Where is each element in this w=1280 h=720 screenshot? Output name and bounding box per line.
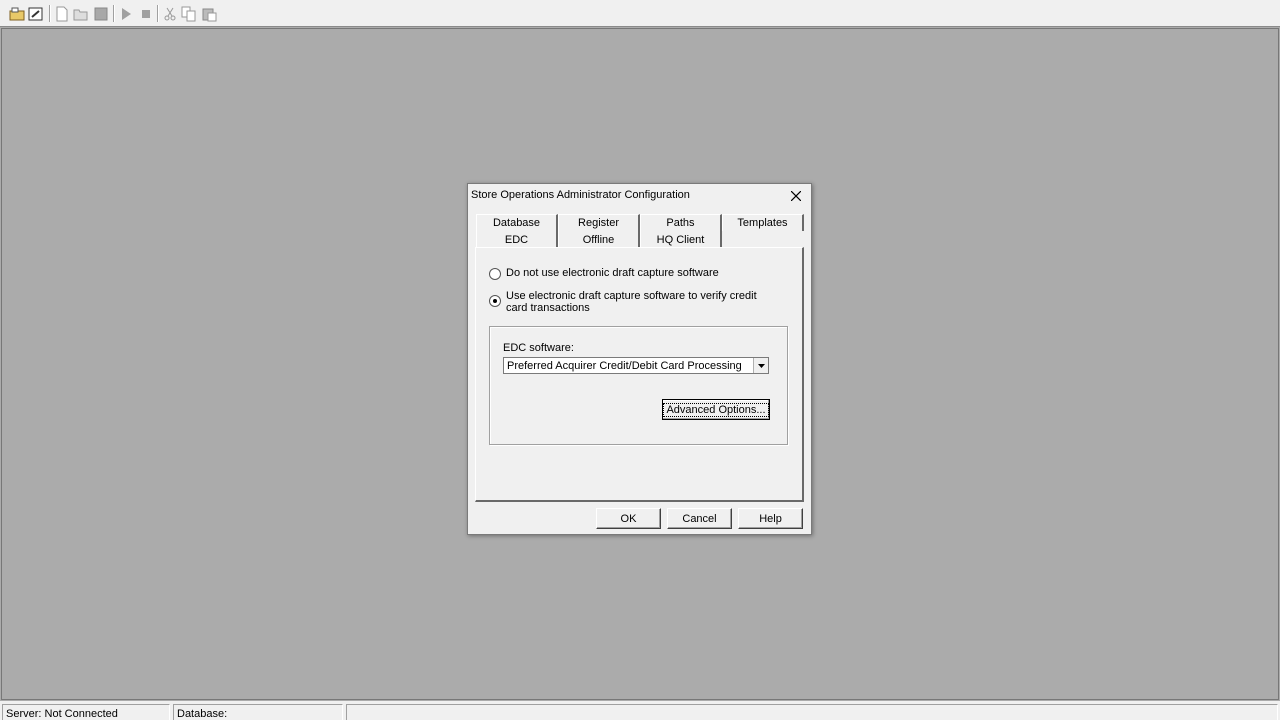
cancel-button[interactable]: Cancel: [667, 508, 732, 529]
chevron-down-icon[interactable]: [753, 358, 768, 373]
open-folder-icon[interactable]: [73, 6, 89, 22]
edc-software-select[interactable]: Preferred Acquirer Credit/Debit Card Pro…: [503, 357, 769, 374]
configure-icon[interactable]: [28, 6, 44, 22]
connect-icon[interactable]: [9, 6, 25, 22]
toolbar-separator: [157, 5, 159, 22]
tab-templates[interactable]: Templates: [722, 214, 804, 231]
button-label: Advanced Options...: [663, 402, 769, 417]
status-bar: Server: Not Connected Database:: [0, 701, 1280, 720]
help-button[interactable]: Help: [738, 508, 803, 529]
tab-database[interactable]: Database: [476, 214, 558, 231]
radio-button[interactable]: [489, 295, 501, 307]
status-server: Server: Not Connected: [2, 704, 170, 720]
tab-label: Offline: [582, 233, 615, 246]
radio-label: Do not use electronic draft capture soft…: [506, 267, 719, 279]
tab-hq-client[interactable]: HQ Client: [640, 231, 722, 248]
tab-label: Templates: [737, 217, 788, 229]
edc-software-label: EDC software:: [503, 342, 574, 354]
status-database: Database:: [173, 704, 343, 720]
button-label: Help: [759, 512, 782, 525]
button-label: Cancel: [682, 512, 717, 525]
toolbar-separator: [49, 5, 51, 22]
tab-edc[interactable]: EDC: [476, 231, 558, 248]
stop-icon[interactable]: [138, 6, 154, 22]
button-label: OK: [620, 512, 637, 525]
cut-icon[interactable]: [162, 6, 178, 22]
tab-register[interactable]: Register: [558, 214, 640, 231]
advanced-options-button[interactable]: Advanced Options...: [662, 399, 770, 420]
radio-button[interactable]: [489, 268, 501, 280]
save-icon[interactable]: [93, 6, 109, 22]
ok-button[interactable]: OK: [596, 508, 661, 529]
new-file-icon[interactable]: [54, 6, 70, 22]
status-message: [346, 704, 1278, 720]
dialog-title: Store Operations Administrator Configura…: [471, 189, 690, 201]
radio-label: Use electronic draft capture software to…: [506, 290, 757, 302]
tab-label: Database: [492, 217, 541, 229]
play-icon[interactable]: [118, 6, 134, 22]
select-value: Preferred Acquirer Credit/Debit Card Pro…: [507, 359, 742, 372]
close-icon[interactable]: [787, 187, 805, 205]
toolbar-separator: [113, 5, 115, 22]
tab-paths[interactable]: Paths: [640, 214, 722, 231]
tab-label: EDC: [504, 233, 529, 246]
copy-icon[interactable]: [181, 6, 197, 22]
toolbar: [0, 0, 1280, 27]
radio-no-edc[interactable]: Do not use electronic draft capture soft…: [489, 267, 719, 280]
tab-label: HQ Client: [656, 233, 705, 246]
radio-label: card transactions: [506, 302, 590, 314]
tab-offline[interactable]: Offline: [558, 231, 640, 248]
paste-icon[interactable]: [201, 6, 217, 22]
tab-label: Register: [578, 217, 619, 229]
radio-use-edc[interactable]: Use electronic draft capture software to…: [489, 290, 757, 314]
tab-label: Paths: [666, 217, 695, 229]
